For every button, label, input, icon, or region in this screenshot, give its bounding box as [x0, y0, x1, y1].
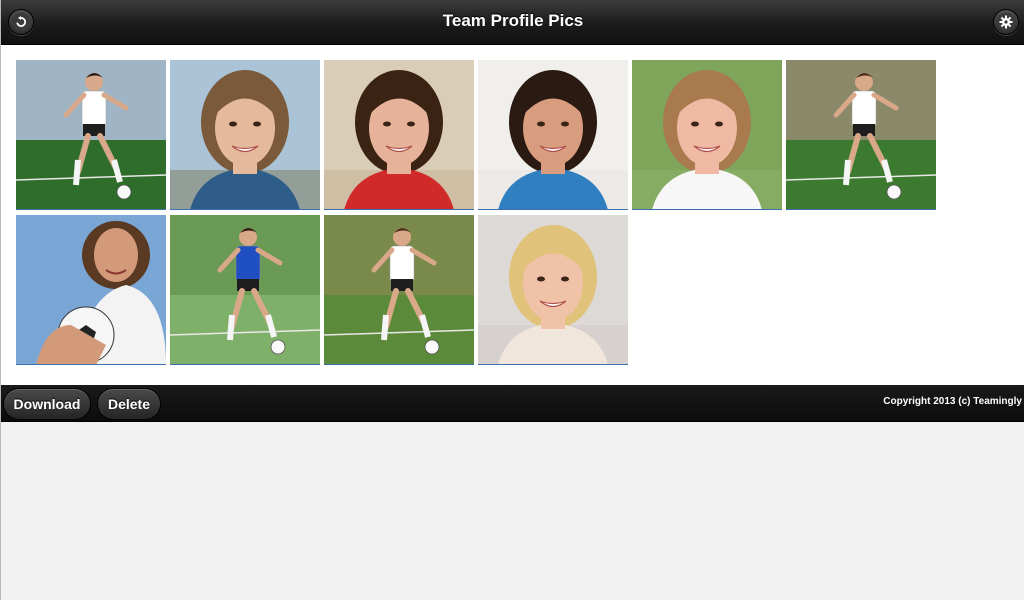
- photo-image: [170, 215, 320, 364]
- photo-thumbnail[interactable]: [170, 215, 320, 365]
- photo-image: [324, 60, 474, 209]
- app-footer: Download Delete Copyright 2013 (c) Teami…: [1, 385, 1024, 422]
- photo-image: [786, 60, 936, 209]
- photo-thumbnail[interactable]: [324, 215, 474, 365]
- app-header: Team Profile Pics: [1, 0, 1024, 45]
- photo-thumbnail[interactable]: [16, 60, 166, 210]
- photo-image: [16, 215, 166, 364]
- photo-thumbnail[interactable]: [170, 60, 320, 210]
- settings-button[interactable]: [993, 9, 1019, 35]
- photo-image: [478, 215, 628, 364]
- photo-image: [324, 215, 474, 364]
- photo-thumbnail[interactable]: [478, 60, 628, 210]
- photo-image: [170, 60, 320, 209]
- photo-grid: [16, 60, 946, 365]
- download-button[interactable]: Download: [3, 388, 91, 420]
- photo-thumbnail[interactable]: [632, 60, 782, 210]
- photo-gallery-area: [1, 45, 1024, 385]
- photo-thumbnail[interactable]: [324, 60, 474, 210]
- page-title: Team Profile Pics: [442, 11, 584, 30]
- photo-thumbnail[interactable]: [478, 215, 628, 365]
- photo-thumbnail[interactable]: [16, 215, 166, 365]
- photo-thumbnail[interactable]: [786, 60, 936, 210]
- gear-icon: [999, 15, 1013, 29]
- copyright-text: Copyright 2013 (c) Teamingly: [883, 396, 1022, 407]
- photo-image: [16, 60, 166, 209]
- delete-button[interactable]: Delete: [97, 388, 161, 420]
- photo-image: [632, 60, 782, 209]
- photo-image: [478, 60, 628, 209]
